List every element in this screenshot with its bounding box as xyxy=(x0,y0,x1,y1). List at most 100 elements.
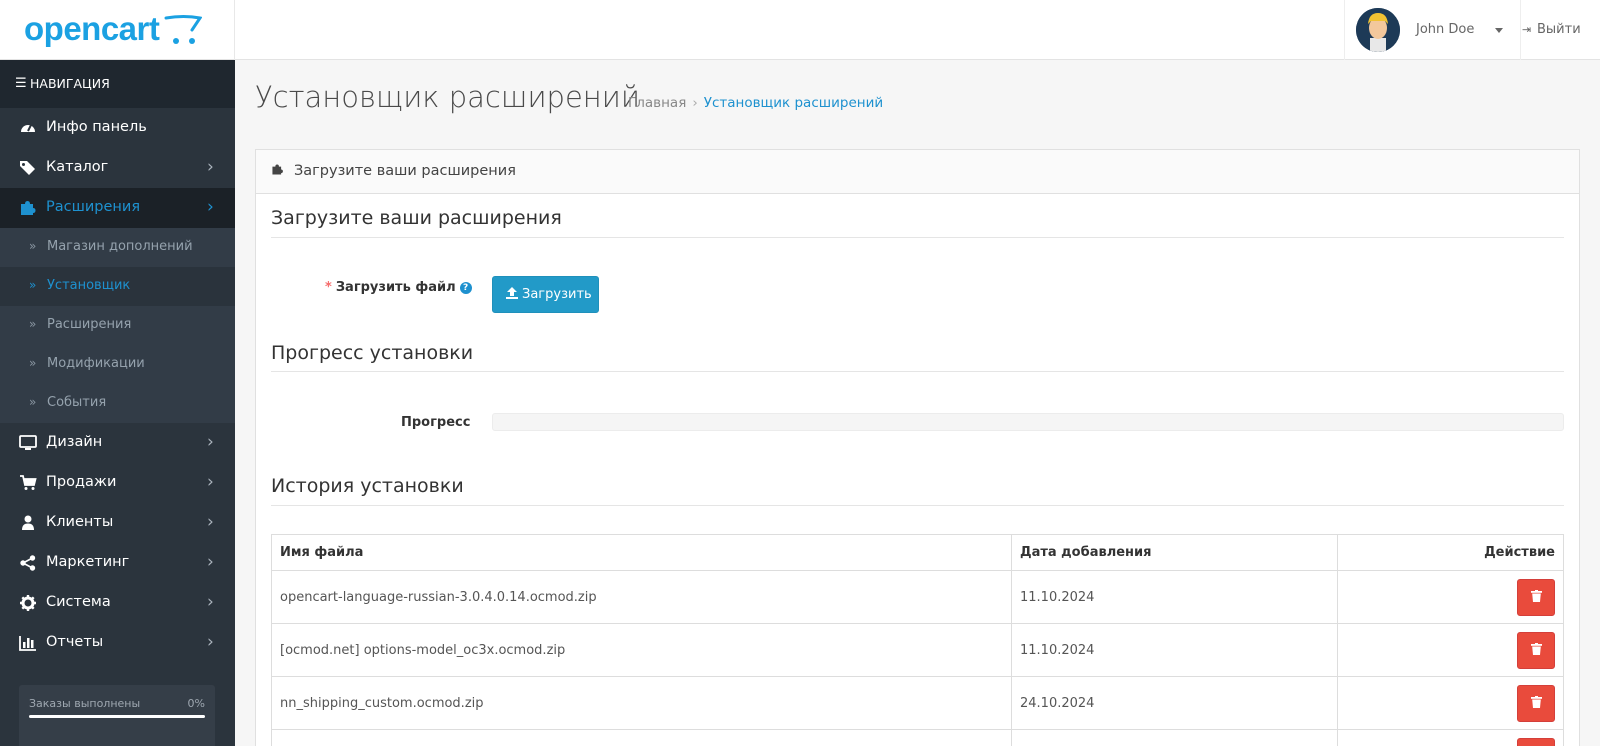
help-icon[interactable]: ? xyxy=(459,282,472,294)
section-divider xyxy=(271,237,1564,238)
chevron-right-icon: › xyxy=(207,432,214,452)
cell-date: 11.10.2024 xyxy=(1011,570,1338,624)
logout-button[interactable]: ⇥ Выйти xyxy=(1522,0,1600,60)
nav-header[interactable]: ☰ НАВИГАЦИЯ xyxy=(0,60,235,108)
double-chevron-icon: » xyxy=(29,278,37,292)
chevron-right-icon: › xyxy=(207,472,214,492)
sidebar-item-label: Дизайн xyxy=(46,434,103,450)
submenu-item-label: Магазин дополнений xyxy=(47,239,193,254)
sidebar-item-label: Расширения xyxy=(46,199,141,215)
bar-chart-icon xyxy=(19,634,37,652)
chevron-right-icon: › xyxy=(207,512,214,532)
cell-action xyxy=(1337,729,1564,746)
cell-action xyxy=(1337,676,1564,730)
cell-filename: nn_shipping_custom.ocmod.zip xyxy=(271,676,1012,730)
sidebar-item-extensions[interactable]: Расширения › xyxy=(0,188,235,228)
sidebar-item-label: Инфо панель xyxy=(46,119,147,135)
double-chevron-icon: » xyxy=(29,239,37,253)
shopping-cart-icon xyxy=(19,474,37,492)
upload-file-label: * Загрузить файл? xyxy=(325,280,472,295)
sidebar-item-catalog[interactable]: Каталог › xyxy=(0,148,235,188)
panel-heading-text: Загрузите ваши расширения xyxy=(294,163,516,179)
submenu-item-installer[interactable]: » Установщик xyxy=(0,267,235,306)
column-header-filename: Имя файла xyxy=(271,534,1012,571)
orders-label: Заказы выполнены xyxy=(29,697,141,710)
orders-progress-bar xyxy=(29,715,205,718)
trash-icon xyxy=(1530,642,1542,655)
dashboard-icon xyxy=(19,119,37,137)
breadcrumb-home-link[interactable]: Главная xyxy=(628,95,686,111)
sidebar-item-sales[interactable]: Продажи › xyxy=(0,463,235,503)
cell-filename xyxy=(271,729,1012,746)
double-chevron-icon: » xyxy=(29,317,37,331)
nav-title: НАВИГАЦИЯ xyxy=(30,76,110,91)
submenu-item-label: Расширения xyxy=(47,317,132,332)
sidebar-item-label: Клиенты xyxy=(46,514,114,530)
progress-section-title: Прогресс установки xyxy=(271,342,474,364)
submenu-item-modifications[interactable]: » Модификации xyxy=(0,345,235,384)
upload-file-label-text: Загрузить файл xyxy=(335,280,456,295)
puzzle-icon xyxy=(19,199,37,217)
gear-icon xyxy=(19,594,37,612)
sidebar-item-label: Каталог xyxy=(46,159,109,175)
breadcrumb-separator: › xyxy=(692,95,698,111)
sidebar-item-dashboard[interactable]: Инфо панель xyxy=(0,108,235,148)
share-icon xyxy=(19,554,37,572)
cell-action xyxy=(1337,570,1564,624)
monitor-icon xyxy=(19,434,37,452)
column-header-action: Действие xyxy=(1337,534,1564,571)
menu-icon: ☰ xyxy=(15,76,27,91)
orders-percent: 0% xyxy=(187,697,205,710)
extension-installer-panel: Загрузите ваши расширения Загрузите ваши… xyxy=(255,149,1580,746)
double-chevron-icon: » xyxy=(29,395,37,409)
history-section-title: История установки xyxy=(271,475,464,497)
sidebar-item-reports[interactable]: Отчеты › xyxy=(0,623,235,663)
submenu-item-events[interactable]: » События xyxy=(0,384,235,423)
chevron-right-icon: › xyxy=(207,552,214,572)
chevron-right-icon: › xyxy=(207,592,214,612)
column-header-date: Дата добавления xyxy=(1011,534,1338,571)
cell-date: 11.10.2024 xyxy=(1011,623,1338,677)
delete-button[interactable] xyxy=(1517,578,1555,616)
delete-button[interactable] xyxy=(1517,631,1555,669)
extensions-submenu: » Магазин дополнений » Установщик » Расш… xyxy=(0,228,235,423)
breadcrumb-current-link[interactable]: Установщик расширений xyxy=(704,95,883,111)
tags-icon xyxy=(19,159,37,177)
sidebar-item-label: Маркетинг xyxy=(46,554,130,570)
table-row: [ocmod.net] options-model_oc3x.ocmod.zip… xyxy=(271,623,1564,677)
submenu-item-marketplace[interactable]: » Магазин дополнений xyxy=(0,228,235,267)
user-icon xyxy=(19,514,37,532)
sidebar-item-design[interactable]: Дизайн › xyxy=(0,423,235,463)
cell-date: 24.10.2024 xyxy=(1011,676,1338,730)
install-history-table: Имя файла Дата добавления Действие openc… xyxy=(271,534,1564,746)
avatar xyxy=(1356,8,1400,52)
submenu-item-label: Модификации xyxy=(47,356,145,371)
upload-section-title: Загрузите ваши расширения xyxy=(271,207,562,229)
submenu-item-extensions[interactable]: » Расширения xyxy=(0,306,235,345)
install-progress-bar xyxy=(492,413,1564,431)
section-divider xyxy=(271,505,1564,506)
upload-button[interactable]: Загрузить xyxy=(492,276,599,313)
submenu-item-label: События xyxy=(47,395,107,410)
cell-date xyxy=(1011,729,1338,746)
logo[interactable]: opencart xyxy=(0,0,235,60)
delete-button[interactable] xyxy=(1517,684,1555,722)
sidebar-item-customers[interactable]: Клиенты › xyxy=(0,503,235,543)
trash-icon xyxy=(1530,695,1542,708)
chevron-right-icon: › xyxy=(207,157,214,177)
user-name: John Doe xyxy=(1416,22,1475,37)
sidebar-item-system[interactable]: Система › xyxy=(0,583,235,623)
table-row: nn_shipping_custom.ocmod.zip 24.10.2024 xyxy=(271,676,1564,730)
puzzle-icon xyxy=(271,163,284,180)
cell-action xyxy=(1337,623,1564,677)
page-title: Установщик расширений xyxy=(255,80,640,114)
sign-out-icon: ⇥ xyxy=(1522,23,1532,36)
cart-logo-icon xyxy=(164,15,202,44)
logout-label: Выйти xyxy=(1537,22,1581,37)
sidebar-item-label: Система xyxy=(46,594,111,610)
sidebar: ☰ НАВИГАЦИЯ Инфо панель Каталог › Расшир… xyxy=(0,60,235,746)
section-divider xyxy=(271,371,1564,372)
delete-button[interactable] xyxy=(1517,737,1555,746)
user-menu[interactable]: John Doe xyxy=(1344,0,1521,60)
sidebar-item-marketing[interactable]: Маркетинг › xyxy=(0,543,235,583)
